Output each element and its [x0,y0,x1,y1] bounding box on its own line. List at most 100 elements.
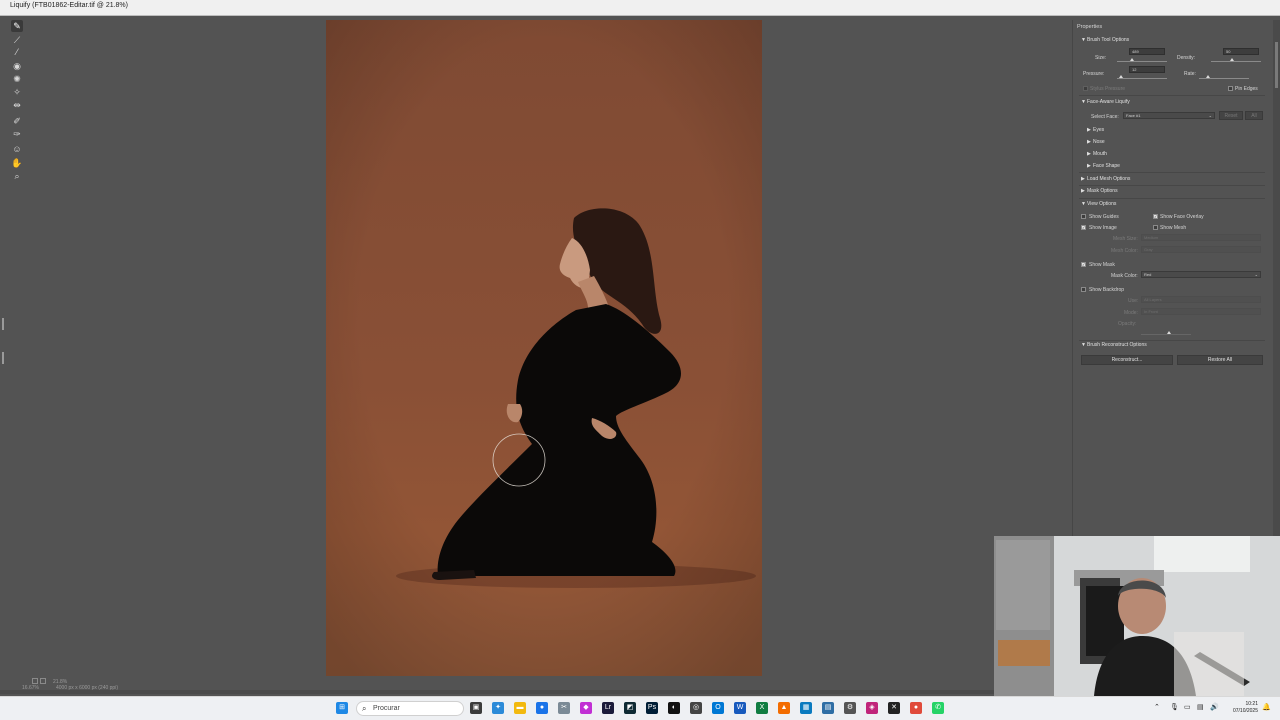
notification-bell-icon[interactable]: 🔔 [1262,703,1271,711]
search-icon: ⌕ [362,704,367,713]
hand-icon[interactable]: ✋ [11,157,23,169]
size-slider-knob[interactable] [1130,58,1134,61]
excel-icon[interactable]: X [756,702,768,714]
taskbar-search[interactable]: ⌕ Procurar [356,701,464,716]
chrome-icon[interactable]: ● [536,702,548,714]
density-field[interactable]: 50 [1223,48,1259,55]
capture-icon[interactable]: ◐ [668,702,680,714]
forward-warp-icon[interactable]: ✎ [11,20,23,32]
section-view-options[interactable]: ▼View Options [1081,201,1116,207]
pin-edges-checkbox[interactable] [1228,86,1233,91]
clock-time[interactable]: 10:21 [1222,701,1258,707]
outlook-icon[interactable]: O [712,702,724,714]
pressure-slider[interactable] [1117,78,1167,79]
thaw-mask-icon[interactable]: ✑ [11,128,23,140]
reconstruct-button[interactable]: Reconstruct... [1081,355,1173,365]
store-icon[interactable]: ▦ [800,702,812,714]
photos-icon[interactable]: ◆ [580,702,592,714]
restore-all-button[interactable]: Restore All [1177,355,1263,365]
obs-icon[interactable]: ◎ [690,702,702,714]
rate-slider-knob[interactable] [1206,75,1210,78]
rate-label: Rate: [1184,71,1196,77]
capcut-icon[interactable]: ✕ [888,702,900,714]
task-view-icon[interactable]: ▣ [470,702,482,714]
use-dropdown[interactable]: All Layers [1141,296,1261,303]
liquify-toolbar: ✎ ⟋ ⁄ ◉ ✺ ✧ ⇹ ✐ ✑ ☺ ✋ ⌕ [8,18,26,188]
size-slider[interactable] [1117,61,1167,62]
davinci-icon[interactable]: ● [910,702,922,714]
mesh-color-dropdown[interactable]: Gray [1141,246,1261,253]
file-explorer-icon[interactable]: ▬ [514,702,526,714]
all-button[interactable]: All [1245,111,1263,120]
twirl-icon[interactable]: ◉ [11,60,23,72]
freeze-mask-icon[interactable]: ✐ [11,115,23,127]
network-icon[interactable]: ▤ [1197,703,1204,711]
reset-button[interactable]: Reset [1219,111,1243,120]
lightroom-icon[interactable]: Lr [602,702,614,714]
face-tool-icon[interactable]: ☺ [11,143,23,155]
density-slider[interactable] [1211,61,1261,62]
snipping-tool-icon[interactable]: ✂ [558,702,570,714]
image-canvas[interactable] [326,20,762,676]
show-face-overlay-label: Show Face Overlay [1160,214,1204,220]
section-load-mesh-options[interactable]: ▶ Load Mesh Options [1081,176,1130,182]
layout-icon-2[interactable] [40,678,46,684]
stylus-pressure-checkbox[interactable] [1083,86,1088,91]
show-guides-checkbox[interactable] [1081,214,1086,219]
bloat-icon[interactable]: ✧ [11,86,23,98]
settings-icon[interactable]: ⚙ [844,702,856,714]
mesh-size-dropdown[interactable]: Medium [1141,234,1261,241]
tray-chevron-up-icon[interactable]: ⌃ [1154,703,1160,711]
select-face-dropdown[interactable]: Face #1 ⌄ [1123,112,1215,119]
pressure-slider-knob[interactable] [1119,75,1123,78]
windows-start-icon[interactable]: ⊞ [336,702,348,714]
section-brush-reconstruct-options[interactable]: ▼Brush Reconstruct Options [1081,342,1147,348]
show-mesh-checkbox[interactable] [1153,225,1158,230]
volume-icon[interactable]: 🔊 [1210,703,1219,711]
horizontal-scrollbar[interactable] [0,690,1070,694]
mask-color-dropdown[interactable]: Red ⌄ [1141,271,1261,278]
size-field[interactable]: 489 [1129,48,1165,55]
reconstruct-icon[interactable]: ⟋ [11,34,23,46]
show-face-overlay-checkbox[interactable]: ✓ [1153,214,1158,219]
use-label: Use: [1128,298,1139,304]
microphone-icon[interactable]: 🎙 [1170,703,1179,711]
status-bar: 21.8% 16.67% 4000 px x 6000 px (240 ppi) [20,676,320,691]
rate-slider[interactable] [1199,78,1249,79]
section-mask-options[interactable]: ▶ Mask Options [1081,188,1118,194]
section-face-aware-liquify[interactable]: ▼Face-Aware Liquify [1081,99,1130,105]
scrollbar-thumb[interactable] [1275,42,1278,88]
mouth-group[interactable]: ▶ Mouth [1087,151,1107,157]
smooth-icon[interactable]: ⁄ [11,46,23,58]
vlc-icon[interactable]: ▲ [778,702,790,714]
layout-icon[interactable] [32,678,38,684]
show-mask-label: Show Mask [1089,262,1115,268]
show-image-label: Show Image [1089,225,1117,231]
media-app-icon[interactable]: ◈ [866,702,878,714]
show-mask-checkbox[interactable]: ✓ [1081,262,1086,267]
mode-dropdown[interactable]: In Front [1141,308,1261,315]
pucker-icon[interactable]: ✺ [11,73,23,85]
whatsapp-icon[interactable]: ✆ [932,702,944,714]
calculator-icon[interactable]: ▤ [822,702,834,714]
opacity-slider-knob[interactable] [1167,331,1171,334]
clock-date[interactable]: 07/10/2025 [1222,708,1258,714]
push-left-icon[interactable]: ⇹ [11,99,23,111]
copilot-icon[interactable]: ✦ [492,702,504,714]
pressure-label: Pressure: [1083,71,1105,77]
window-titlebar: Liquify (FTB01862-Editar.tif @ 21.8%) [0,0,1280,16]
word-icon[interactable]: W [734,702,746,714]
opacity-slider[interactable] [1141,334,1191,335]
eyes-group[interactable]: ▶ Eyes [1087,127,1104,133]
section-brush-tool-options[interactable]: ▼Brush Tool Options [1081,37,1129,43]
density-slider-knob[interactable] [1230,58,1234,61]
face-shape-group[interactable]: ▶ Face Shape [1087,163,1120,169]
show-image-checkbox[interactable]: ✓ [1081,225,1086,230]
photoshop-icon[interactable]: Ps [646,702,658,714]
show-backdrop-checkbox[interactable] [1081,287,1086,292]
nose-group[interactable]: ▶ Nose [1087,139,1105,145]
adobe-app-icon[interactable]: ◩ [624,702,636,714]
zoom-icon[interactable]: ⌕ [11,170,23,182]
pressure-field[interactable]: 12 [1129,66,1165,73]
display-icon[interactable]: ▭ [1184,703,1191,711]
